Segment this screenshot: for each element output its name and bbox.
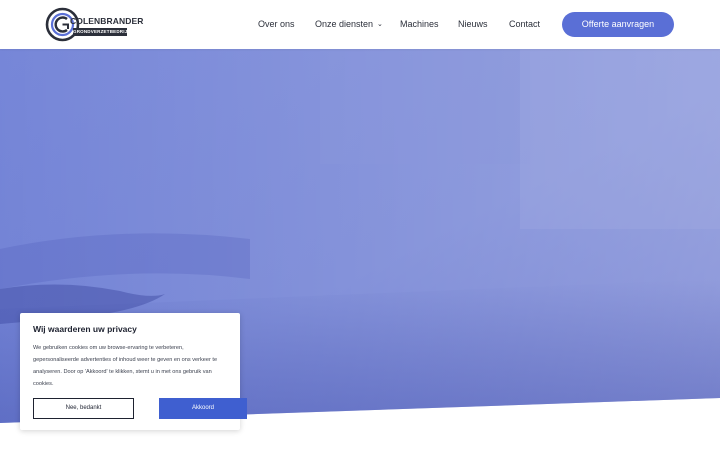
logo-name: COLENBRANDER <box>70 16 144 26</box>
decline-cookies-button[interactable]: Nee, bedankt <box>33 398 134 419</box>
request-quote-button[interactable]: Offerte aanvragen <box>562 12 674 37</box>
nav-item-label: Machines <box>400 19 439 29</box>
nav-item-nieuws[interactable]: Nieuws <box>458 18 488 30</box>
nav-item-label: Contact <box>509 19 541 29</box>
nav-item-over-ons[interactable]: Over ons <box>258 18 295 30</box>
nav-item-contact[interactable]: Contact <box>509 18 540 30</box>
cookie-text: We gebruiken cookies om uw browse-ervari… <box>33 345 218 387</box>
logo-subtitle: GRONDVERZETBEDRIJF <box>73 28 131 36</box>
chevron-down-icon: ⌄ <box>377 21 383 28</box>
nav-item-machines[interactable]: Machines <box>400 18 439 30</box>
nav-item-onze-diensten[interactable]: Onze diensten ⌄ <box>315 18 383 31</box>
accept-cookies-button[interactable]: Akkoord <box>159 398 247 419</box>
nav-item-label: Onze diensten <box>315 19 374 29</box>
site-logo[interactable]: COLENBRANDER GRONDVERZETBEDRIJF <box>45 7 143 42</box>
cookie-title: Wij waarderen uw privacy <box>33 324 137 334</box>
nav-item-label: Over ons <box>258 19 295 29</box>
nav-item-label: Nieuws <box>458 19 488 29</box>
cookie-consent-dialog: Wij waarderen uw privacy We gebruiken co… <box>20 313 247 430</box>
site-header: COLENBRANDER GRONDVERZETBEDRIJF Over ons… <box>0 0 720 49</box>
